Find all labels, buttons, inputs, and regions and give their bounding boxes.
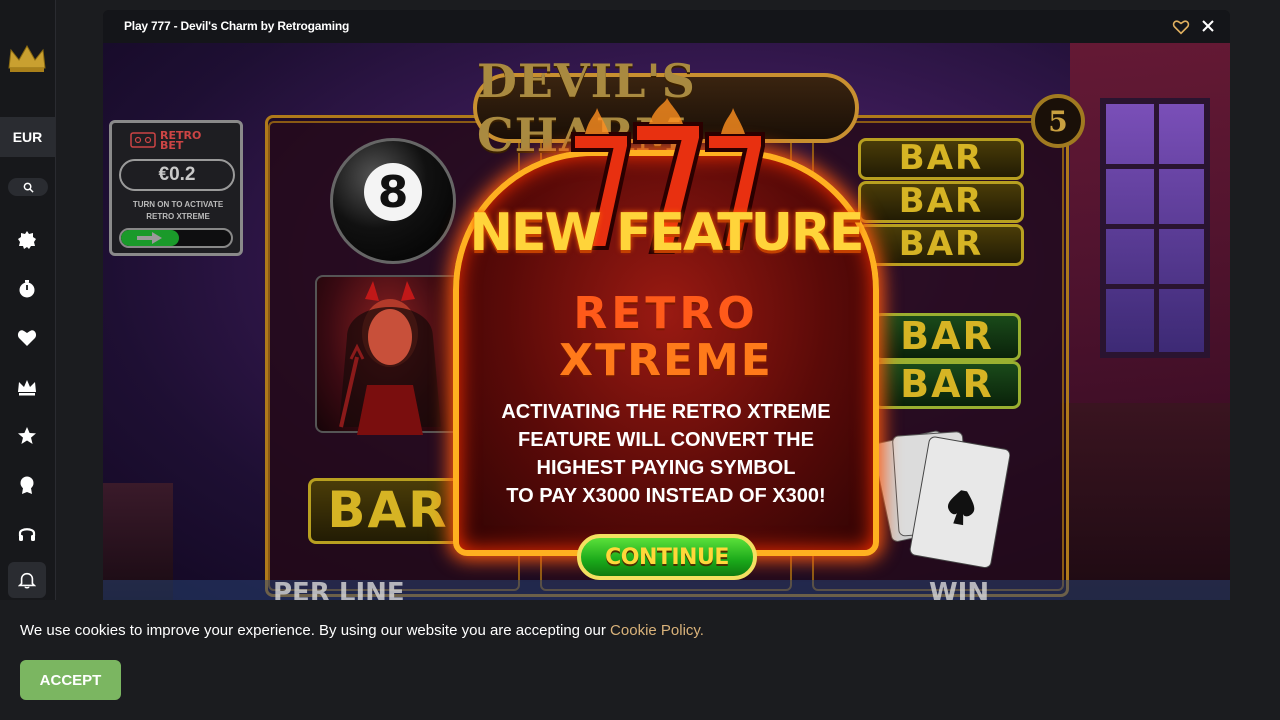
accept-cookies-button[interactable]: ACCEPT bbox=[20, 660, 121, 700]
retro-bet-hint-line2: RETRO XTREME bbox=[146, 212, 210, 221]
retro-toggle-knob bbox=[121, 230, 179, 246]
devil-girl-symbol bbox=[315, 275, 461, 435]
retro-bet-logo: RETRO BET bbox=[130, 129, 226, 153]
bar-symbol-1: BAR bbox=[858, 138, 1024, 180]
headset-icon bbox=[18, 528, 36, 541]
cassette-icon bbox=[130, 132, 156, 148]
star-icon bbox=[18, 427, 36, 444]
retro-bet-panel: RETRO BET €0.2 TURN ON TO ACTIVATE RETRO… bbox=[109, 120, 243, 256]
heart-outline-icon[interactable] bbox=[1172, 18, 1190, 36]
currency-selector[interactable]: EUR bbox=[0, 117, 55, 157]
bar-symbol-green-2: BAR bbox=[873, 361, 1021, 409]
bar-symbol-2: BAR bbox=[858, 181, 1024, 223]
bell-icon bbox=[18, 572, 36, 589]
feature-name-line2: XTREME bbox=[559, 335, 773, 386]
stopwatch-icon bbox=[19, 280, 35, 298]
retro-bet-hint: TURN ON TO ACTIVATE RETRO XTREME bbox=[118, 199, 238, 223]
nav-new-games[interactable] bbox=[16, 229, 38, 251]
game-canvas[interactable]: DEVIL'S CHARM 5 RETRO BET €0.2 TURN ON T… bbox=[103, 43, 1230, 600]
retro-bet-hint-line1: TURN ON TO ACTIVATE bbox=[132, 200, 224, 209]
modal-body-line1: ACTIVATING THE RETRO XTREME bbox=[501, 401, 831, 423]
nav-support[interactable] bbox=[16, 523, 38, 545]
feature-name-line1: RETRO bbox=[573, 288, 759, 339]
bar-symbol-large: BAR bbox=[308, 478, 468, 544]
modal-body-line4: TO PAY X3000 INSTEAD OF X300! bbox=[506, 485, 826, 507]
cookie-text: We use cookies to improve your experienc… bbox=[20, 622, 611, 639]
cookie-banner: We use cookies to improve your experienc… bbox=[0, 600, 1280, 720]
background-table bbox=[1060, 403, 1230, 600]
award-icon bbox=[20, 476, 34, 494]
nav-recent[interactable] bbox=[16, 278, 38, 300]
cookie-policy-link[interactable]: Cookie Policy. bbox=[610, 622, 704, 639]
continue-button[interactable]: CONTINUE bbox=[577, 534, 757, 580]
nav-popular[interactable] bbox=[16, 425, 38, 447]
retro-bet-value[interactable]: €0.2 bbox=[119, 159, 235, 191]
arrow-right-icon bbox=[137, 232, 162, 244]
crown-logo-icon[interactable] bbox=[7, 42, 47, 74]
modal-body-line2: FEATURE WILL CONVERT THE bbox=[518, 429, 814, 451]
search-icon bbox=[23, 182, 34, 193]
nav-favorites[interactable] bbox=[16, 327, 38, 349]
playing-cards-symbol bbox=[878, 430, 1010, 569]
nav-tournaments[interactable] bbox=[16, 474, 38, 496]
bar-symbol-green-1: BAR bbox=[873, 313, 1021, 361]
game-title: Play 777 - Devil's Charm by Retrogaming bbox=[124, 19, 350, 33]
modal-heading: NEW FEATURE bbox=[469, 203, 864, 263]
cookie-message: We use cookies to improve your experienc… bbox=[20, 622, 704, 639]
close-icon[interactable] bbox=[1200, 18, 1216, 34]
background-window bbox=[1100, 98, 1210, 358]
eight-ball-number: 8 bbox=[364, 163, 422, 221]
modal-body-line3: HIGHEST PAYING SYMBOL bbox=[536, 457, 796, 479]
per-line-label: PER LINE bbox=[273, 578, 405, 600]
search-button[interactable] bbox=[8, 178, 48, 196]
game-window: Play 777 - Devil's Charm by Retrogaming … bbox=[103, 10, 1230, 600]
heart-icon bbox=[17, 330, 37, 346]
retro-bet-logo-line2: BET bbox=[160, 139, 184, 152]
nav-vip[interactable] bbox=[16, 376, 38, 398]
crown-icon bbox=[18, 380, 36, 396]
bar-symbol-3: BAR bbox=[858, 224, 1024, 266]
win-label: WIN bbox=[929, 578, 990, 600]
devil-figure bbox=[339, 281, 441, 435]
notifications-button[interactable] bbox=[8, 562, 46, 598]
eight-ball-symbol: 8 bbox=[330, 138, 456, 264]
game-titlebar: Play 777 - Devil's Charm by Retrogaming bbox=[103, 10, 1230, 43]
retro-xtreme-toggle[interactable] bbox=[119, 228, 233, 248]
lines-badge: 5 bbox=[1031, 94, 1085, 148]
sidebar: EUR bbox=[0, 0, 56, 600]
new-badge-icon bbox=[18, 231, 36, 249]
modal-description: ACTIVATING THE RETRO XTREME FEATURE WILL… bbox=[483, 398, 849, 510]
